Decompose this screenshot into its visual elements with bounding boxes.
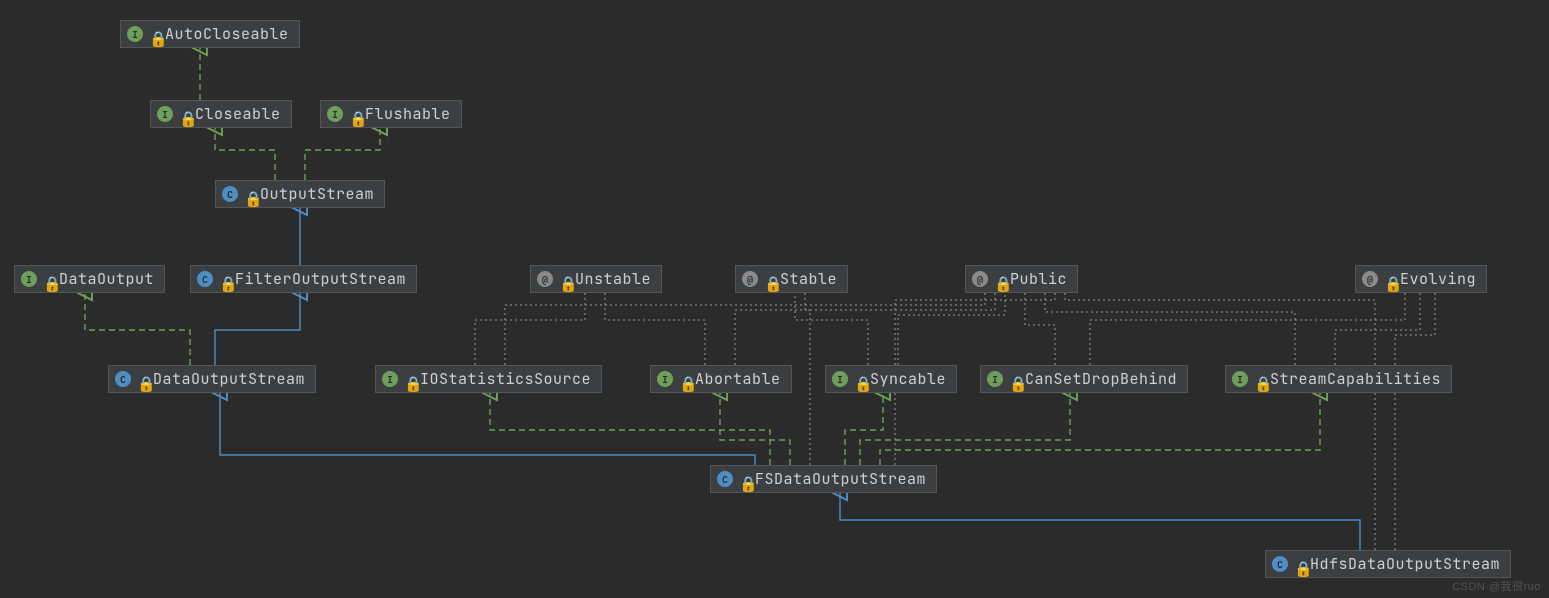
interface-icon: I (127, 26, 143, 42)
node-outputstream[interactable]: C 🔒 OutputStream (215, 180, 385, 208)
class-icon: C (222, 186, 238, 202)
annotation-icon: @ (1362, 271, 1378, 287)
node-dataoutput[interactable]: I 🔒 DataOutput (14, 265, 165, 293)
node-label: OutputStream (260, 184, 374, 204)
lock-icon: 🔒 (219, 274, 229, 284)
node-hdfsdataoutputstream[interactable]: C 🔒 HdfsDataOutputStream (1265, 550, 1511, 578)
lock-icon: 🔒 (1254, 374, 1264, 384)
node-label: StreamCapabilities (1270, 369, 1441, 389)
node-closeable[interactable]: I 🔒 Closeable (150, 100, 292, 128)
interface-icon: I (21, 271, 37, 287)
diagram-edges (0, 0, 1549, 598)
lock-icon: 🔒 (679, 374, 689, 384)
node-filteroutputstream[interactable]: C 🔒 FilterOutputStream (190, 265, 417, 293)
node-autocloseable[interactable]: I 🔒 AutoCloseable (120, 20, 300, 48)
node-syncable[interactable]: I 🔒 Syncable (825, 365, 957, 393)
node-abortable[interactable]: I 🔒 Abortable (650, 365, 792, 393)
interface-icon: I (327, 106, 343, 122)
class-icon: C (197, 271, 213, 287)
node-label: AutoCloseable (165, 24, 289, 44)
lock-icon: 🔒 (149, 29, 159, 39)
node-label: Abortable (695, 369, 781, 389)
annotation-icon: @ (537, 271, 553, 287)
lock-icon: 🔒 (854, 374, 864, 384)
interface-icon: I (832, 371, 848, 387)
class-icon: C (1272, 556, 1288, 572)
lock-icon: 🔒 (43, 274, 53, 284)
node-label: Unstable (575, 269, 651, 289)
lock-icon: 🔒 (137, 374, 147, 384)
lock-icon: 🔒 (764, 274, 774, 284)
class-icon: C (717, 471, 733, 487)
interface-icon: I (1232, 371, 1248, 387)
node-label: Public (1010, 269, 1067, 289)
node-evolving[interactable]: @ 🔒 Evolving (1355, 265, 1487, 293)
node-label: CanSetDropBehind (1025, 369, 1177, 389)
node-label: Stable (780, 269, 837, 289)
node-iostatisticssource[interactable]: I 🔒 IOStatisticsSource (375, 365, 602, 393)
node-label: DataOutput (59, 269, 154, 289)
annotation-icon: @ (742, 271, 758, 287)
node-label: FSDataOutputStream (755, 469, 926, 489)
lock-icon: 🔒 (1009, 374, 1019, 384)
node-label: FilterOutputStream (235, 269, 406, 289)
node-cansetdropbehind[interactable]: I 🔒 CanSetDropBehind (980, 365, 1188, 393)
lock-icon: 🔒 (404, 374, 414, 384)
node-label: IOStatisticsSource (420, 369, 591, 389)
node-flushable[interactable]: I 🔒 Flushable (320, 100, 462, 128)
node-public[interactable]: @ 🔒 Public (965, 265, 1078, 293)
node-unstable[interactable]: @ 🔒 Unstable (530, 265, 662, 293)
lock-icon: 🔒 (1384, 274, 1394, 284)
node-label: Evolving (1400, 269, 1476, 289)
lock-icon: 🔒 (994, 274, 1004, 284)
node-label: Flushable (365, 104, 451, 124)
node-stable[interactable]: @ 🔒 Stable (735, 265, 848, 293)
node-label: DataOutputStream (153, 369, 305, 389)
lock-icon: 🔒 (179, 109, 189, 119)
node-fsdataoutputstream[interactable]: C 🔒 FSDataOutputStream (710, 465, 937, 493)
lock-icon: 🔒 (349, 109, 359, 119)
node-label: Closeable (195, 104, 281, 124)
watermark: CSDN @我很ruo (1452, 578, 1541, 594)
interface-icon: I (657, 371, 673, 387)
node-label: HdfsDataOutputStream (1310, 554, 1500, 574)
lock-icon: 🔒 (559, 274, 569, 284)
node-streamcapabilities[interactable]: I 🔒 StreamCapabilities (1225, 365, 1452, 393)
annotation-icon: @ (972, 271, 988, 287)
node-label: Syncable (870, 369, 946, 389)
interface-icon: I (987, 371, 1003, 387)
lock-icon: 🔒 (1294, 559, 1304, 569)
node-dataoutputstream[interactable]: C 🔒 DataOutputStream (108, 365, 316, 393)
class-icon: C (115, 371, 131, 387)
interface-icon: I (382, 371, 398, 387)
lock-icon: 🔒 (244, 189, 254, 199)
interface-icon: I (157, 106, 173, 122)
lock-icon: 🔒 (739, 474, 749, 484)
